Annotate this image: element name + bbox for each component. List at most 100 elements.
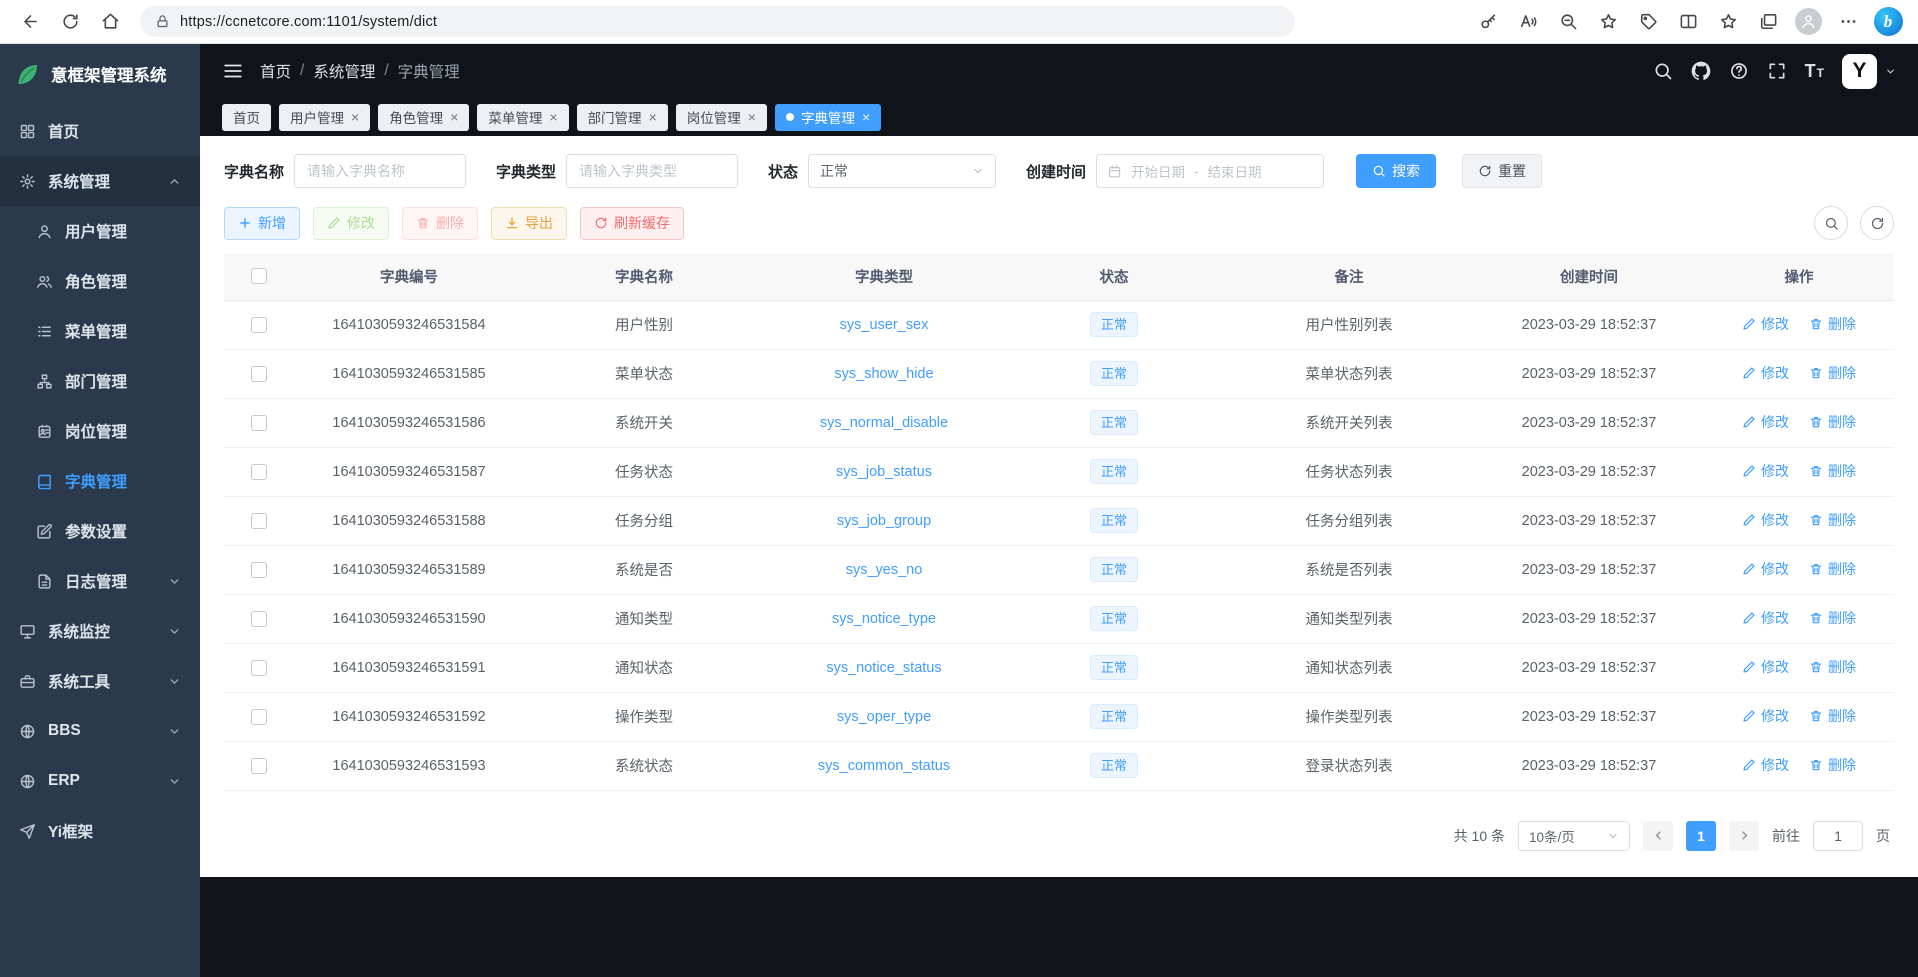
github-icon[interactable] xyxy=(1691,61,1711,81)
close-icon[interactable]: × xyxy=(862,110,870,124)
breadcrumb-home[interactable]: 首页 xyxy=(260,60,291,82)
row-edit-button[interactable]: 修改 xyxy=(1742,755,1789,775)
row-edit-button[interactable]: 修改 xyxy=(1742,412,1789,432)
dict-type-link[interactable]: sys_normal_disable xyxy=(820,415,948,431)
row-checkbox[interactable] xyxy=(251,660,267,676)
search-icon[interactable] xyxy=(1653,61,1673,81)
row-delete-button[interactable]: 删除 xyxy=(1809,559,1856,579)
close-icon[interactable]: × xyxy=(450,110,458,124)
prev-page-button[interactable] xyxy=(1643,821,1673,851)
row-edit-button[interactable]: 修改 xyxy=(1742,608,1789,628)
sidebar-item-home[interactable]: 首页 xyxy=(0,106,200,156)
tab-dept-mgmt[interactable]: 部门管理× xyxy=(577,104,668,131)
export-button[interactable]: 导出 xyxy=(491,207,567,240)
back-button[interactable] xyxy=(10,5,50,39)
row-checkbox[interactable] xyxy=(251,709,267,725)
row-checkbox[interactable] xyxy=(251,317,267,333)
tab-role-mgmt[interactable]: 角色管理× xyxy=(378,104,469,131)
tab-user-mgmt[interactable]: 用户管理× xyxy=(279,104,370,131)
favorites-button[interactable] xyxy=(1708,5,1748,39)
sidebar-item-menu-mgmt[interactable]: 菜单管理 xyxy=(0,306,200,356)
shopping-button[interactable] xyxy=(1628,5,1668,39)
row-checkbox[interactable] xyxy=(251,464,267,480)
zoom-button[interactable] xyxy=(1548,5,1588,39)
split-screen-button[interactable] xyxy=(1668,5,1708,39)
more-button[interactable] xyxy=(1828,5,1868,39)
sidebar-item-post-mgmt[interactable]: 岗位管理 xyxy=(0,406,200,456)
dict-type-link[interactable]: sys_notice_status xyxy=(826,660,941,676)
sidebar-item-dict-mgmt[interactable]: 字典管理 xyxy=(0,456,200,506)
fullscreen-icon[interactable] xyxy=(1767,61,1787,81)
sidebar-group-system-tools[interactable]: 系统工具 xyxy=(0,656,200,706)
row-delete-button[interactable]: 删除 xyxy=(1809,461,1856,481)
sidebar-group-system-mgmt[interactable]: 系统管理 xyxy=(0,156,200,206)
status-select[interactable]: 正常 xyxy=(808,154,996,188)
dict-name-input[interactable] xyxy=(294,154,466,188)
row-delete-button[interactable]: 删除 xyxy=(1809,363,1856,383)
tab-post-mgmt[interactable]: 岗位管理× xyxy=(676,104,767,131)
dict-type-link[interactable]: sys_oper_type xyxy=(837,709,931,725)
row-edit-button[interactable]: 修改 xyxy=(1742,363,1789,383)
row-edit-button[interactable]: 修改 xyxy=(1742,559,1789,579)
close-icon[interactable]: × xyxy=(351,110,359,124)
row-edit-button[interactable]: 修改 xyxy=(1742,314,1789,334)
user-avatar[interactable]: Y xyxy=(1842,54,1877,89)
chevron-down-icon[interactable] xyxy=(1885,66,1896,77)
dict-type-link[interactable]: sys_job_status xyxy=(836,464,932,480)
password-key-button[interactable] xyxy=(1468,5,1508,39)
sidebar-item-param-settings[interactable]: 参数设置 xyxy=(0,506,200,556)
dict-type-link[interactable]: sys_notice_type xyxy=(832,611,936,627)
url-bar[interactable]: https://ccnetcore.com:1101/system/dict xyxy=(140,6,1295,37)
tab-menu-mgmt[interactable]: 菜单管理× xyxy=(477,104,568,131)
add-button[interactable]: 新增 xyxy=(224,207,300,240)
sidebar-group-log-mgmt[interactable]: 日志管理 xyxy=(0,556,200,606)
help-icon[interactable] xyxy=(1729,61,1749,81)
row-delete-button[interactable]: 删除 xyxy=(1809,510,1856,530)
row-delete-button[interactable]: 删除 xyxy=(1809,608,1856,628)
edit-button[interactable]: 修改 xyxy=(313,207,389,240)
bing-button[interactable]: b xyxy=(1868,5,1908,39)
dict-type-link[interactable]: sys_show_hide xyxy=(834,366,933,382)
sidebar-item-role-mgmt[interactable]: 角色管理 xyxy=(0,256,200,306)
row-delete-button[interactable]: 删除 xyxy=(1809,412,1856,432)
add-favorite-button[interactable] xyxy=(1588,5,1628,39)
refresh-table-button[interactable] xyxy=(1860,206,1894,240)
row-checkbox[interactable] xyxy=(251,366,267,382)
select-all-checkbox[interactable] xyxy=(251,268,267,284)
dict-type-input[interactable] xyxy=(566,154,738,188)
row-edit-button[interactable]: 修改 xyxy=(1742,461,1789,481)
row-checkbox[interactable] xyxy=(251,513,267,529)
sidebar-item-yi-framework[interactable]: Yi框架 xyxy=(0,806,200,856)
row-edit-button[interactable]: 修改 xyxy=(1742,510,1789,530)
goto-page-input[interactable] xyxy=(1813,821,1863,851)
font-size-icon[interactable]: TT xyxy=(1805,61,1824,82)
search-button[interactable]: 搜索 xyxy=(1356,154,1436,188)
sidebar-item-user-mgmt[interactable]: 用户管理 xyxy=(0,206,200,256)
dict-type-link[interactable]: sys_common_status xyxy=(818,758,950,774)
date-range-picker[interactable]: 开始日期 - 结束日期 xyxy=(1096,154,1324,188)
toggle-search-button[interactable] xyxy=(1814,206,1848,240)
delete-button[interactable]: 删除 xyxy=(402,207,478,240)
sidebar-group-system-monitor[interactable]: 系统监控 xyxy=(0,606,200,656)
sidebar-group-bbs[interactable]: BBS xyxy=(0,706,200,756)
next-page-button[interactable] xyxy=(1729,821,1759,851)
collapse-menu-icon[interactable] xyxy=(222,60,244,82)
collections-button[interactable] xyxy=(1748,5,1788,39)
close-icon[interactable]: × xyxy=(748,110,756,124)
row-checkbox[interactable] xyxy=(251,415,267,431)
current-page-button[interactable]: 1 xyxy=(1686,821,1716,851)
row-delete-button[interactable]: 删除 xyxy=(1809,755,1856,775)
row-delete-button[interactable]: 删除 xyxy=(1809,314,1856,334)
close-icon[interactable]: × xyxy=(549,110,557,124)
browser-refresh-button[interactable] xyxy=(50,5,90,39)
page-size-select[interactable]: 10条/页 xyxy=(1518,821,1630,851)
refresh-cache-button[interactable]: 刷新缓存 xyxy=(580,207,684,240)
sidebar-item-dept-mgmt[interactable]: 部门管理 xyxy=(0,356,200,406)
close-icon[interactable]: × xyxy=(649,110,657,124)
row-delete-button[interactable]: 删除 xyxy=(1809,706,1856,726)
row-checkbox[interactable] xyxy=(251,611,267,627)
read-aloud-button[interactable] xyxy=(1508,5,1548,39)
row-edit-button[interactable]: 修改 xyxy=(1742,657,1789,677)
dict-type-link[interactable]: sys_yes_no xyxy=(846,562,923,578)
tab-home[interactable]: 首页 xyxy=(222,104,271,131)
